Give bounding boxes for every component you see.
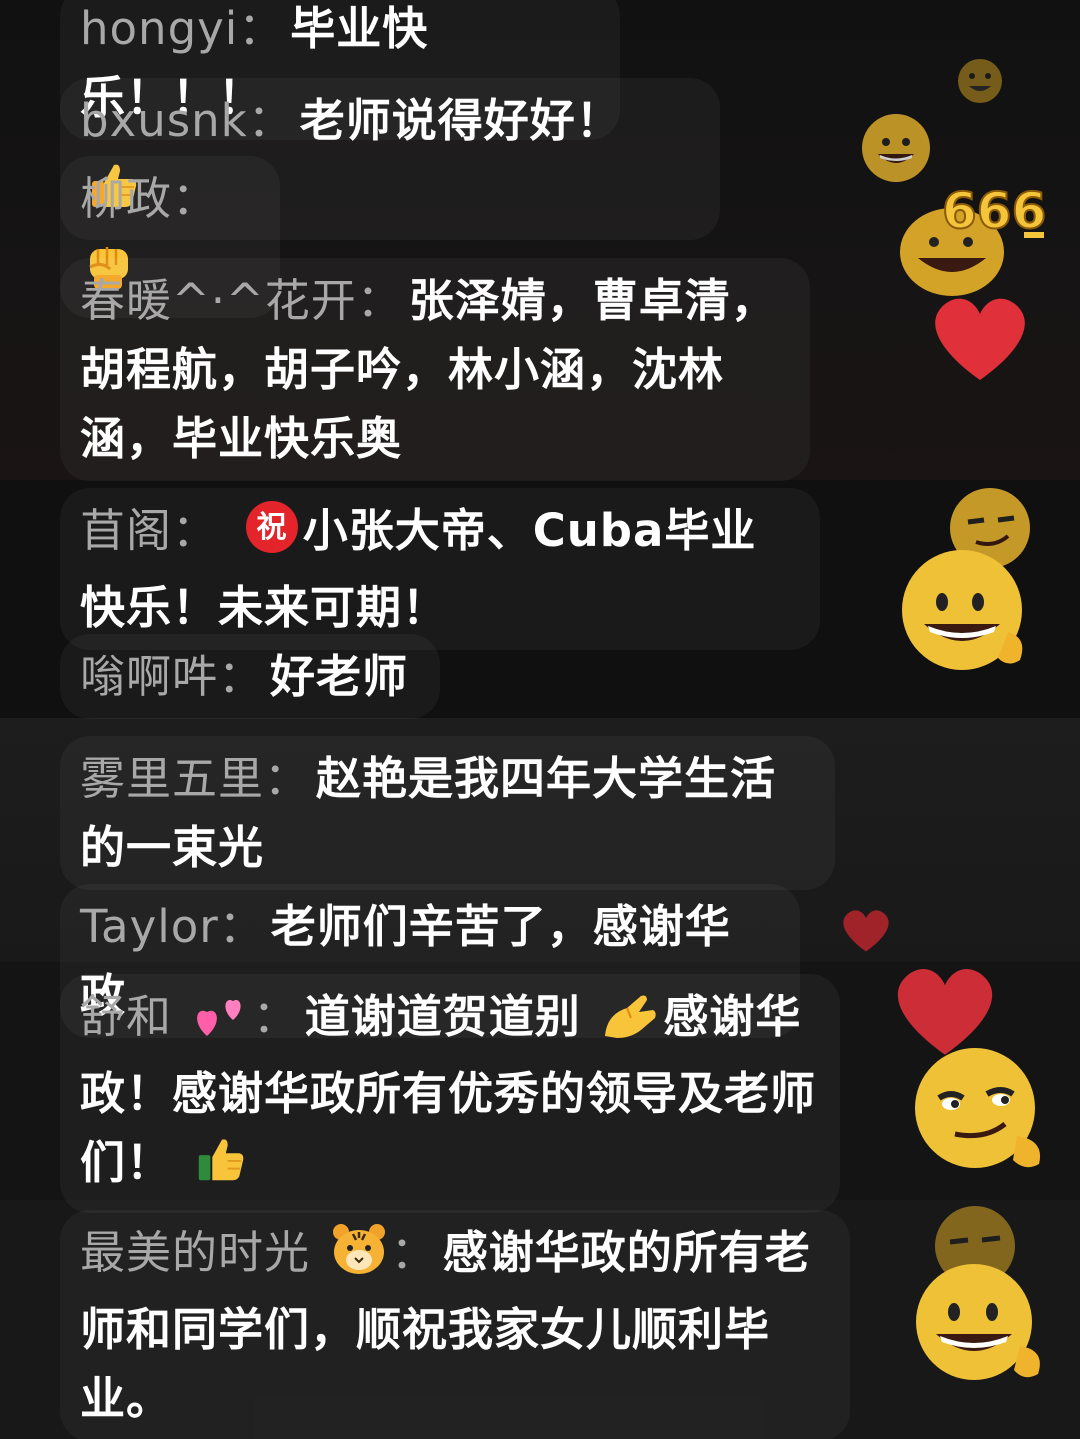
comment-text: 道谢道贺道别 <box>304 990 581 1043</box>
comment-item[interactable]: 嗡啊吽： 好老师 <box>60 634 440 719</box>
comment-username[interactable]: 春暖^·^花开 <box>80 274 357 327</box>
zhu-badge-label: 祝 <box>256 510 287 545</box>
comment-username[interactable]: 苜阁 <box>80 504 172 557</box>
comment-username[interactable]: 雾里五里 <box>80 752 264 805</box>
comment-item[interactable]: 苜阁： 祝 小张大帝、Cuba毕业快乐！未来可期！ <box>60 488 820 650</box>
comment-text: 好老师 <box>270 650 409 703</box>
comment-username[interactable]: 最美的时光 <box>80 1226 310 1279</box>
comment-separator: ： <box>238 2 285 55</box>
comment-item[interactable]: 最美的时光 ：感谢华政的所有老师和同学们，顺祝我家女儿顺利毕业。 <box>60 1210 850 1439</box>
comment-username[interactable]: 嗡啊吽 <box>80 650 218 703</box>
comment-separator: ： <box>218 900 265 953</box>
comment-separator: ： <box>247 94 294 147</box>
comment-separator: ： <box>390 1226 437 1279</box>
comment-username[interactable]: 柳政 <box>80 172 172 225</box>
comment-text: 老师说得好好！ <box>299 94 622 147</box>
zhu-badge-icon: 祝 <box>245 500 299 573</box>
two-hearts-icon <box>193 990 249 1059</box>
comment-separator: ： <box>252 990 299 1043</box>
pinching-hand-icon <box>601 990 659 1059</box>
comment-username[interactable]: 舒和 <box>80 990 172 1043</box>
comment-separator: ： <box>172 504 219 557</box>
comment-username[interactable]: bxusnk <box>80 94 248 147</box>
live-comment-feed: hongyi： 毕业快乐！！！ bxusnk： 老师说得好好！ 柳政： 春暖^·^花… <box>0 0 1080 1439</box>
comment-item[interactable]: 春暖^·^花开： 张泽婧，曹卓清，胡程航，胡子吟，林小涵，沈林涵，毕业快乐奥 <box>60 258 810 481</box>
comment-separator: ： <box>172 172 219 225</box>
comment-separator: ： <box>218 650 265 703</box>
comment-item[interactable]: 舒和 ：道谢道贺道别 感谢华政！感谢华政所有优秀的领导及老师们！ <box>60 974 840 1213</box>
comment-separator: ： <box>264 752 311 805</box>
comment-separator: ： <box>356 274 403 327</box>
comment-username[interactable]: Taylor <box>80 900 219 953</box>
tiger-face-icon <box>331 1222 387 1295</box>
comment-username[interactable]: hongyi <box>80 2 238 55</box>
thumbs-up-icon <box>193 1132 247 1205</box>
comment-item[interactable]: 雾里五里： 赵艳是我四年大学生活的一束光 <box>60 736 835 890</box>
